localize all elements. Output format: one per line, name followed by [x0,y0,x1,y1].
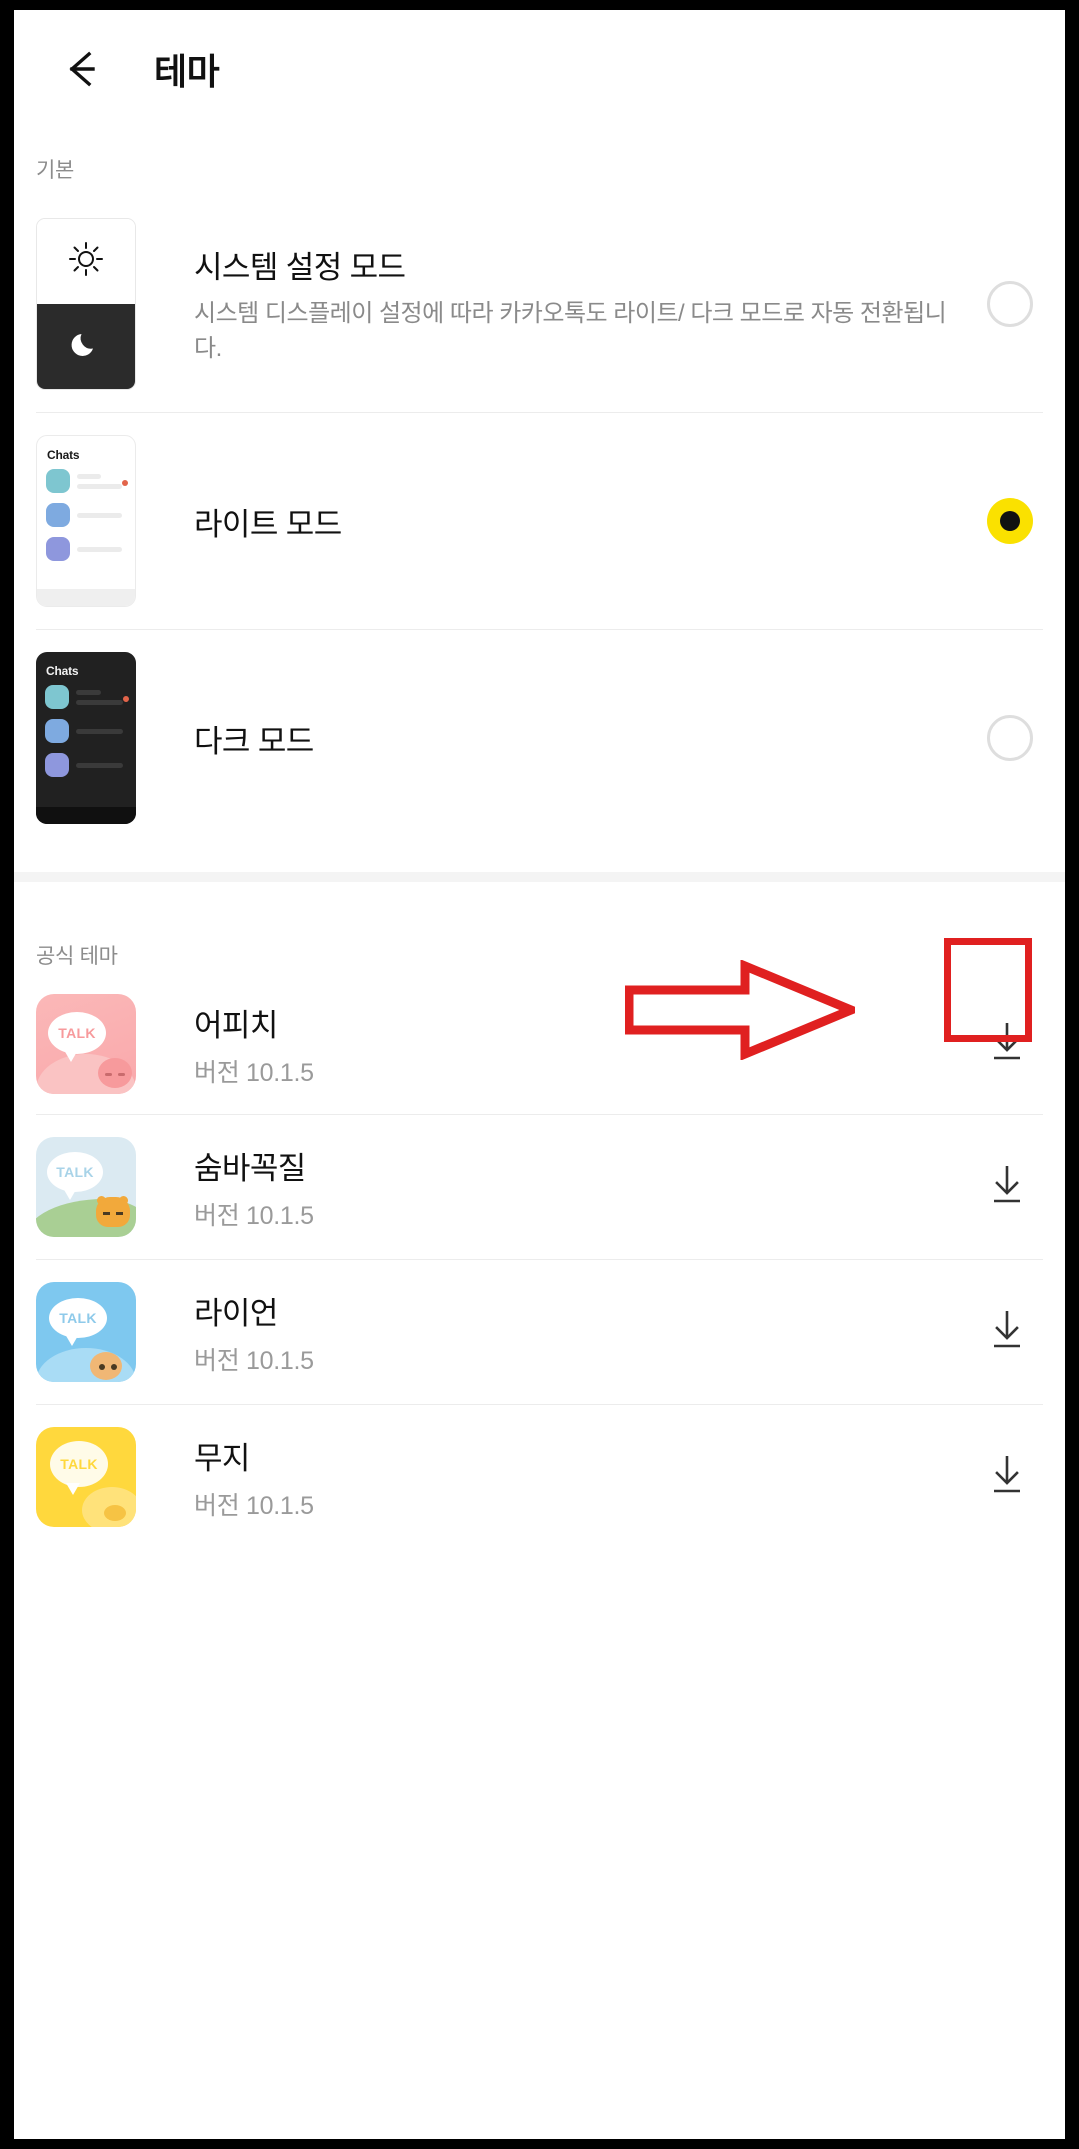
download-button-muzi[interactable] [977,1452,1037,1503]
section-label-basic: 기본 [36,159,75,182]
system-mode-text: 시스템 설정 모드 시스템 디스플레이 설정에 따라 카카오톡도 라이트/ 다크… [136,242,987,365]
theme-thumbnail-ryan: TALK [36,1282,136,1382]
download-button-apeach[interactable] [977,1019,1037,1070]
app-screen: 테마 기본 시스템 설정 모드 시스템 디스플레이 설정에 따라 카카오톡도 라… [14,10,1065,2139]
app-header: 테마 [14,10,1065,128]
theme-text-ryan: 라이언 버전 10.1.5 [136,1288,977,1377]
system-mode-thumbnail [36,218,136,390]
theme-bubble-text: TALK [58,1025,96,1041]
theme-name: 무지 [194,1440,250,1476]
theme-thumbnail-muzi: TALK [36,1427,136,1527]
download-icon [985,1452,1029,1503]
back-button[interactable] [52,38,114,100]
theme-name: 어피치 [194,1007,278,1043]
dark-mode-text: 다크 모드 [136,716,987,761]
dark-mode-title: 다크 모드 [194,723,314,759]
radio-dark-mode[interactable] [987,715,1033,761]
theme-row-muzi[interactable]: TALK 무지 버전 10.1.5 [14,1405,1065,1549]
theme-version: 버전 10.1.5 [194,1058,314,1087]
download-icon [985,1019,1029,1070]
mode-row-light[interactable]: Chats 라이트 모드 [14,413,1065,629]
mode-row-system[interactable]: 시스템 설정 모드 시스템 디스플레이 설정에 따라 카카오톡도 라이트/ 다크… [14,184,1065,412]
section-label-official: 공식 테마 [36,945,118,968]
download-button-ryan[interactable] [977,1307,1037,1358]
theme-text-muzi: 무지 버전 10.1.5 [136,1433,977,1522]
radio-light-mode[interactable] [987,498,1033,544]
theme-bubble-text: TALK [60,1456,98,1472]
page-title: 테마 [154,51,220,92]
theme-text-apeach: 어피치 버전 10.1.5 [136,1000,977,1089]
light-mode-text: 라이트 모드 [136,499,987,544]
system-mode-title: 시스템 설정 모드 [194,250,406,286]
theme-version: 버전 10.1.5 [194,1491,314,1520]
dark-mode-thumbnail: Chats [36,652,136,824]
theme-row-ryan[interactable]: TALK 라이언 버전 10.1.5 [14,1260,1065,1404]
thumbnail-chats-label: Chats [47,448,80,462]
sun-icon [66,239,106,284]
download-icon [985,1162,1029,1213]
download-button-hideandseek[interactable] [977,1162,1037,1213]
radio-system-mode[interactable] [987,281,1033,327]
theme-text-hideandseek: 숨바꼭질 버전 10.1.5 [136,1143,977,1232]
theme-name: 라이언 [194,1295,278,1331]
download-icon [985,1307,1029,1358]
theme-thumbnail-apeach: TALK [36,994,136,1094]
theme-version: 버전 10.1.5 [194,1346,314,1375]
light-mode-thumbnail: Chats [36,435,136,607]
thumbnail-chats-label: Chats [46,664,79,678]
mode-row-dark[interactable]: Chats 다크 모드 [14,630,1065,846]
theme-bubble-text: TALK [56,1164,94,1180]
arrow-left-icon [60,46,106,92]
moon-icon [69,327,103,366]
theme-row-hideandseek[interactable]: TALK 숨바꼭질 버전 10.1.5 [14,1115,1065,1259]
theme-thumbnail-hideandseek: TALK [36,1137,136,1237]
theme-bubble-text: TALK [59,1310,97,1326]
system-mode-description: 시스템 디스플레이 설정에 따라 카카오톡도 라이트/ 다크 모드로 자동 전환… [194,300,947,362]
theme-name: 숨바꼭질 [194,1150,306,1186]
section-divider [14,872,1065,882]
theme-version: 버전 10.1.5 [194,1201,314,1230]
light-mode-title: 라이트 모드 [194,506,342,542]
theme-row-apeach[interactable]: TALK 어피치 버전 10.1.5 [14,970,1065,1114]
